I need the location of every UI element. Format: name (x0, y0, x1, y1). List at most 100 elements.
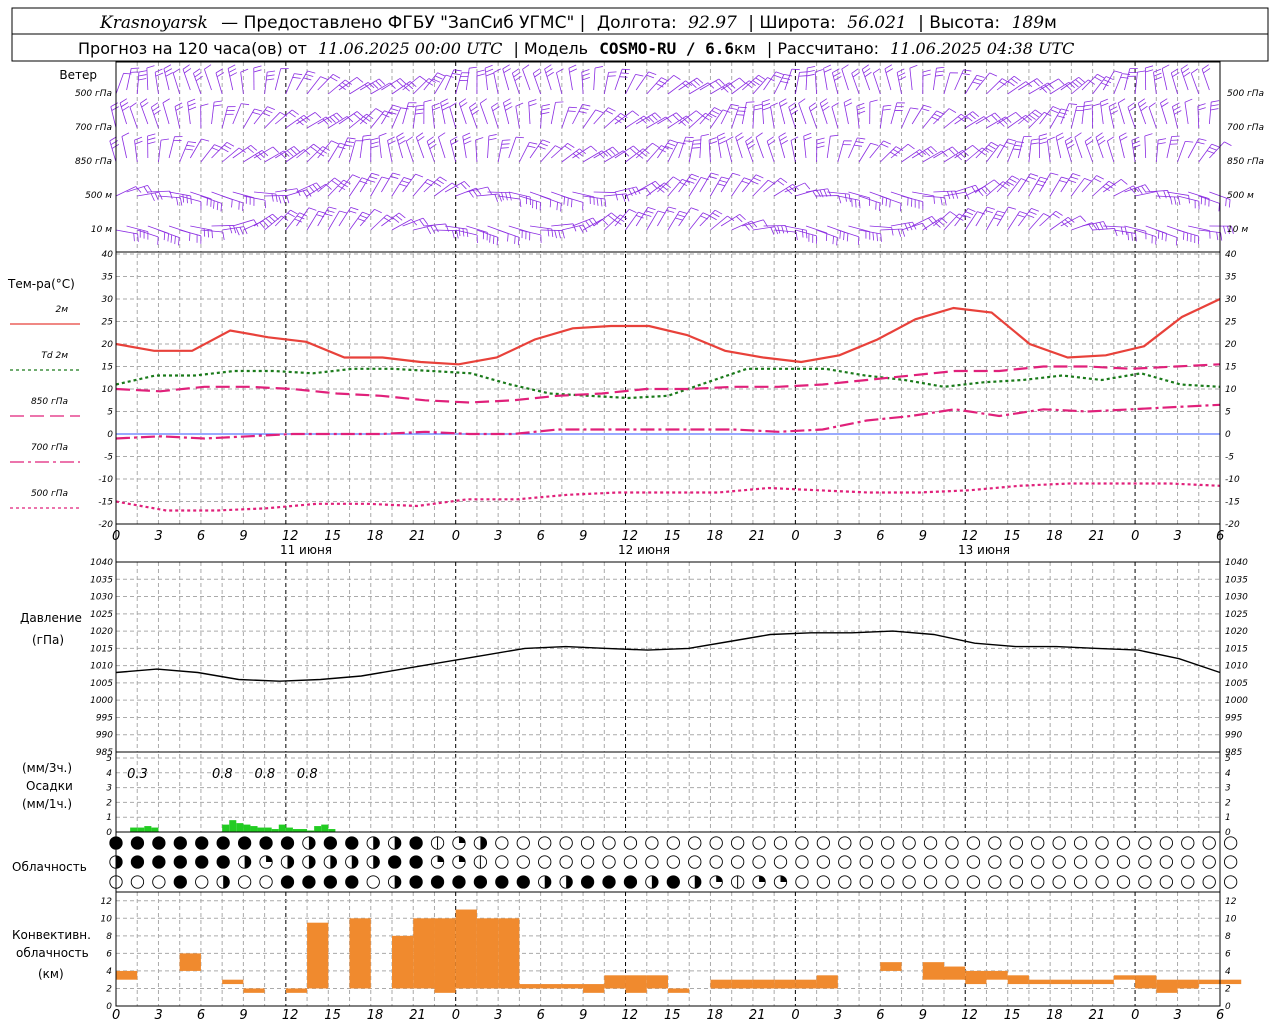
wind-barb-staff (115, 229, 138, 235)
wind-barb-flag (1210, 108, 1219, 111)
cloud-symbol (859, 855, 873, 869)
wind-barb-staff (306, 210, 319, 231)
wind-barb-flag (969, 113, 976, 120)
wind-barb-staff (1161, 68, 1168, 91)
cloud-symbol (409, 875, 423, 889)
cloud-half (373, 836, 380, 850)
wind-barb-flag (1075, 79, 1082, 85)
wind-barb-flag (891, 227, 894, 236)
wind-barb-staff (901, 195, 923, 202)
wind-barb-staff (635, 207, 649, 227)
wind-barb-flag (754, 104, 763, 107)
wind-barb-flag (155, 72, 164, 77)
wind-barb-flag (487, 186, 492, 195)
conv-cloud-bar (710, 979, 732, 989)
wind-barb-flag (708, 137, 717, 141)
wind-barb-staff (285, 73, 295, 95)
wind-barb (803, 132, 812, 159)
wind-barb-flag (347, 137, 356, 140)
wind-barb-flag (972, 81, 981, 85)
y-tick-label: 1040 (90, 558, 113, 568)
cloud-fill (324, 836, 337, 850)
cloud-fill (452, 875, 466, 889)
wind-barb-staff (1084, 141, 1093, 163)
wind-barb-flag (426, 136, 434, 142)
cloud-symbol (902, 836, 916, 850)
wind-barb (529, 225, 554, 237)
wind-barb-flag (415, 108, 424, 111)
cloud-circle (688, 855, 702, 869)
cloud-symbol (923, 836, 938, 850)
wind-barb-flag (1183, 71, 1191, 78)
wind-barb-flag (855, 141, 864, 144)
wind-barb (1131, 136, 1141, 163)
wind-barb-flag (241, 103, 250, 106)
wind-level-label-right: 500 м (1227, 191, 1254, 201)
wind-barb-flag (1131, 232, 1133, 241)
wind-barb-flag (1196, 141, 1205, 145)
wind-barb (349, 113, 374, 129)
cloud-symbol (409, 836, 423, 850)
wind-barb-staff (402, 102, 409, 125)
wind-barb-staff (561, 107, 570, 129)
wind-barb-staff (1166, 136, 1173, 159)
wind-barb-staff (179, 229, 202, 237)
wind-barb-flag (266, 78, 275, 81)
wind-barb-flag (1072, 173, 1081, 177)
wind-barb-staff (1060, 103, 1070, 125)
wind-barb-flag (389, 82, 396, 89)
wind-barb (699, 172, 719, 193)
wind-barb (742, 74, 766, 91)
wind-barb-flag (1039, 137, 1048, 141)
cloud-fill (259, 836, 273, 850)
wind-barb-flag (601, 218, 609, 226)
wind-barb (359, 134, 372, 159)
wind-barb-flag (696, 77, 704, 84)
wind-barb-flag (174, 102, 183, 107)
cloud-circle (773, 836, 788, 850)
cloud-symbol (323, 855, 338, 869)
wind-barb (717, 132, 727, 159)
wind-barb-flag (182, 194, 184, 203)
wind-barb-flag (344, 79, 352, 85)
wind-barb-flag (352, 174, 361, 179)
wind-barb (502, 98, 513, 125)
wind-barb-flag (995, 213, 1004, 217)
x-tick-label: 6 (876, 529, 884, 544)
wind-barb-staff (515, 106, 520, 129)
conv-cloud-bar (519, 984, 541, 989)
wind-barb-flag (1153, 68, 1162, 73)
wind-barb-flag (187, 98, 196, 103)
wind-barb-flag (533, 68, 541, 74)
wind-level-label: 700 гПа (75, 123, 112, 133)
wind-barb-staff (1124, 68, 1131, 91)
wind-barb-flag (374, 208, 382, 214)
wind-barb-flag (399, 78, 407, 85)
wind-barb-staff (508, 137, 517, 159)
wind-barb-flag (1007, 80, 1015, 87)
wind-barb (1055, 132, 1065, 159)
x-tick-label: 18 (1046, 529, 1063, 544)
wind-barb-flag (1055, 210, 1063, 216)
wind-barb-flag (607, 75, 616, 77)
cloud-symbol (580, 855, 595, 869)
wind-barb-flag (909, 64, 918, 69)
wind-barb-flag (1001, 118, 1009, 125)
wind-barb-flag (331, 140, 339, 145)
wind-barb-flag (488, 134, 497, 137)
cloud-fill (281, 836, 294, 850)
wind-barb-flag (146, 65, 155, 69)
wind-barb-staff (1113, 229, 1136, 234)
y-tick-label: 30 (102, 295, 114, 305)
cloud-symbol (709, 855, 723, 869)
wind-barb-staff (731, 220, 752, 231)
wind-barb-flag (1172, 72, 1180, 78)
wind-barb (823, 64, 832, 91)
wind-barb-flag (816, 137, 825, 141)
conv-cloud-bar (285, 988, 308, 993)
cloud-circle (795, 855, 809, 869)
conv-cloud-bar (434, 918, 456, 993)
cloud-half (394, 875, 401, 889)
wind-barb (1028, 111, 1052, 129)
wind-barb-staff (986, 78, 1003, 95)
